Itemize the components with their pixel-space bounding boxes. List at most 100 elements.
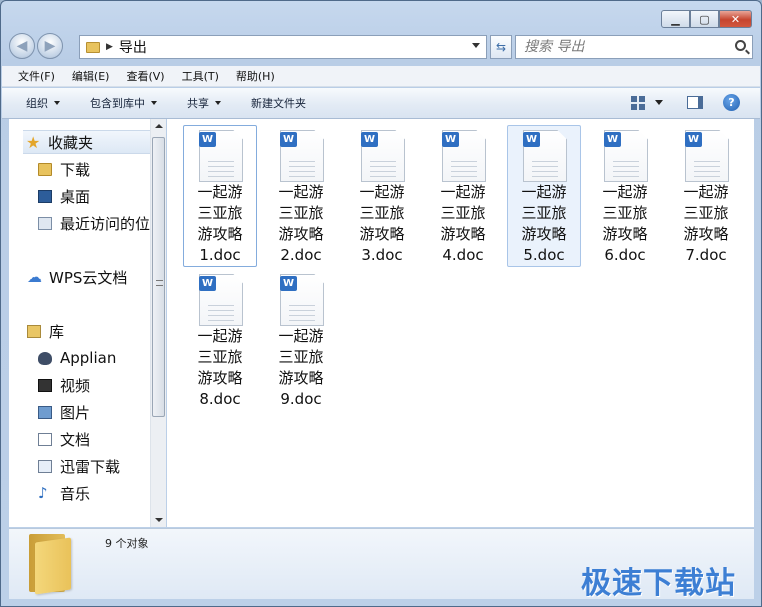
search-icon[interactable] <box>735 40 746 51</box>
nav-item-downloads[interactable]: 下载 <box>38 157 90 181</box>
file-item[interactable]: W 一起游 三亚旅 游攻略 6.doc <box>588 125 662 267</box>
file-name: 一起游 三亚旅 游攻略 7.doc <box>683 183 729 264</box>
details-pane: 9 个对象 极速下载站 <box>9 528 754 601</box>
nav-item-label: 桌面 <box>60 187 91 206</box>
file-name: 一起游 三亚旅 游攻略 3.doc <box>359 183 405 264</box>
nav-item-videos[interactable]: 视频 <box>38 373 90 397</box>
file-name: 一起游 三亚旅 游攻略 4.doc <box>440 183 486 264</box>
include-in-library-button[interactable]: 包含到库中 <box>90 95 157 111</box>
file-name: 一起游 三亚旅 游攻略 8.doc <box>197 327 243 408</box>
search-box[interactable] <box>515 35 753 59</box>
file-item[interactable]: W 一起游 三亚旅 游攻略 2.doc <box>264 125 338 267</box>
nav-item-label: Applian <box>60 349 117 367</box>
documents-icon <box>38 432 52 446</box>
file-name: 一起游 三亚旅 游攻略 5.doc <box>521 183 567 264</box>
item-count: 9 个对象 <box>105 537 149 550</box>
nav-favorites[interactable]: ★ 收藏夹 <box>23 130 165 154</box>
file-item[interactable]: W 一起游 三亚旅 游攻略 8.doc <box>183 269 257 411</box>
wps-word-badge-icon: W <box>604 132 621 147</box>
file-name: 一起游 三亚旅 游攻略 1.doc <box>197 183 243 264</box>
pictures-icon <box>38 405 52 419</box>
menu-tools[interactable]: 工具(T) <box>182 68 219 84</box>
menu-file[interactable]: 文件(F) <box>18 68 55 84</box>
file-item[interactable]: W 一起游 三亚旅 游攻略 5.doc <box>507 125 581 267</box>
nav-item-label: WPS云文档 <box>49 268 128 287</box>
nav-item-label: 最近访问的位 <box>60 214 151 233</box>
watermark-logo: 极速下载站 <box>581 566 736 601</box>
folder-large-icon <box>29 534 73 595</box>
wps-word-badge-icon: W <box>280 132 297 147</box>
nav-item-desktop[interactable]: 桌面 <box>38 184 90 208</box>
menu-help[interactable]: 帮助(H) <box>236 68 275 84</box>
star-icon: ★ <box>26 132 41 152</box>
menu-edit[interactable]: 编辑(E) <box>72 68 110 84</box>
nav-scrollbar[interactable] <box>150 119 166 527</box>
nav-item-recent[interactable]: 最近访问的位 <box>38 211 150 235</box>
minimize-button[interactable]: ▁ <box>661 10 690 28</box>
file-item[interactable]: W 一起游 三亚旅 游攻略 9.doc <box>264 269 338 411</box>
nav-item-music[interactable]: ♪ 音乐 <box>38 481 90 505</box>
share-button[interactable]: 共享 <box>187 95 221 111</box>
refresh-button[interactable]: ⇆ <box>490 35 512 59</box>
nav-item-label: 视频 <box>60 376 91 395</box>
grip-icon <box>156 280 163 286</box>
file-name: 一起游 三亚旅 游攻略 6.doc <box>602 183 648 264</box>
share-label: 共享 <box>187 97 209 110</box>
chevron-down-icon <box>215 101 221 105</box>
menu-view[interactable]: 查看(V) <box>126 68 164 84</box>
video-icon <box>38 378 52 392</box>
nav-item-label: 下载 <box>60 160 91 179</box>
scroll-down-arrow-icon[interactable] <box>155 518 163 522</box>
back-button[interactable]: ◀ <box>9 33 35 59</box>
nav-item-pictures[interactable]: 图片 <box>38 400 90 424</box>
wps-word-badge-icon: W <box>199 132 216 147</box>
nav-item-label: 迅雷下载 <box>60 457 121 476</box>
nav-item-wps-cloud[interactable]: ☁ WPS云文档 <box>27 265 127 289</box>
address-path[interactable]: 导出 <box>119 37 147 57</box>
folder-icon <box>86 41 100 53</box>
scroll-up-arrow-icon[interactable] <box>155 124 163 128</box>
chevron-down-icon <box>151 101 157 105</box>
wps-word-badge-icon: W <box>442 132 459 147</box>
include-in-library-label: 包含到库中 <box>90 97 145 110</box>
nav-item-applian[interactable]: Applian <box>38 346 116 370</box>
desktop-icon <box>38 189 52 203</box>
search-input[interactable] <box>524 39 729 55</box>
view-options-icon[interactable] <box>631 95 645 110</box>
file-item[interactable]: W 一起游 三亚旅 游攻略 1.doc <box>183 125 257 267</box>
scroll-thumb[interactable] <box>152 137 165 417</box>
applian-icon <box>38 351 52 365</box>
view-controls: ? <box>631 94 740 111</box>
file-item[interactable]: W 一起游 三亚旅 游攻略 3.doc <box>345 125 419 267</box>
nav-libraries-label: 库 <box>49 322 65 341</box>
close-button[interactable]: ✕ <box>719 10 752 28</box>
file-item[interactable]: W 一起游 三亚旅 游攻略 7.doc <box>669 125 743 267</box>
file-item[interactable]: W 一起游 三亚旅 游攻略 4.doc <box>426 125 500 267</box>
view-dropdown-icon[interactable] <box>655 100 663 105</box>
library-icon <box>27 324 41 338</box>
window-controls: ▁ ▢ ✕ <box>661 10 752 28</box>
command-bar: 组织 包含到库中 共享 新建文件夹 ? <box>2 88 760 119</box>
wps-word-badge-icon: W <box>685 132 702 147</box>
help-icon[interactable]: ? <box>723 94 740 111</box>
cloud-icon: ☁ <box>27 268 42 286</box>
nav-favorites-label: 收藏夹 <box>48 133 94 152</box>
music-icon: ♪ <box>38 484 48 502</box>
nav-item-thunder-downloads[interactable]: 迅雷下载 <box>38 454 120 478</box>
nav-item-label: 音乐 <box>60 484 91 503</box>
file-name: 一起游 三亚旅 游攻略 9.doc <box>278 327 324 408</box>
new-folder-button[interactable]: 新建文件夹 <box>251 95 306 111</box>
navigation-row: ◀ ▶ ▶ 导出 ⇆ <box>9 33 753 61</box>
chevron-down-icon <box>54 101 60 105</box>
organize-button[interactable]: 组织 <box>26 95 60 111</box>
preview-pane-icon[interactable] <box>687 96 703 109</box>
nav-item-documents[interactable]: 文档 <box>38 427 90 451</box>
downloads-folder-icon <box>38 162 52 176</box>
maximize-button[interactable]: ▢ <box>690 10 719 28</box>
wps-word-badge-icon: W <box>523 132 540 147</box>
new-folder-label: 新建文件夹 <box>251 97 306 110</box>
address-dropdown-icon[interactable] <box>472 43 480 48</box>
nav-libraries[interactable]: 库 <box>27 319 64 343</box>
address-bar[interactable]: ▶ 导出 <box>79 35 487 59</box>
forward-button[interactable]: ▶ <box>37 33 63 59</box>
